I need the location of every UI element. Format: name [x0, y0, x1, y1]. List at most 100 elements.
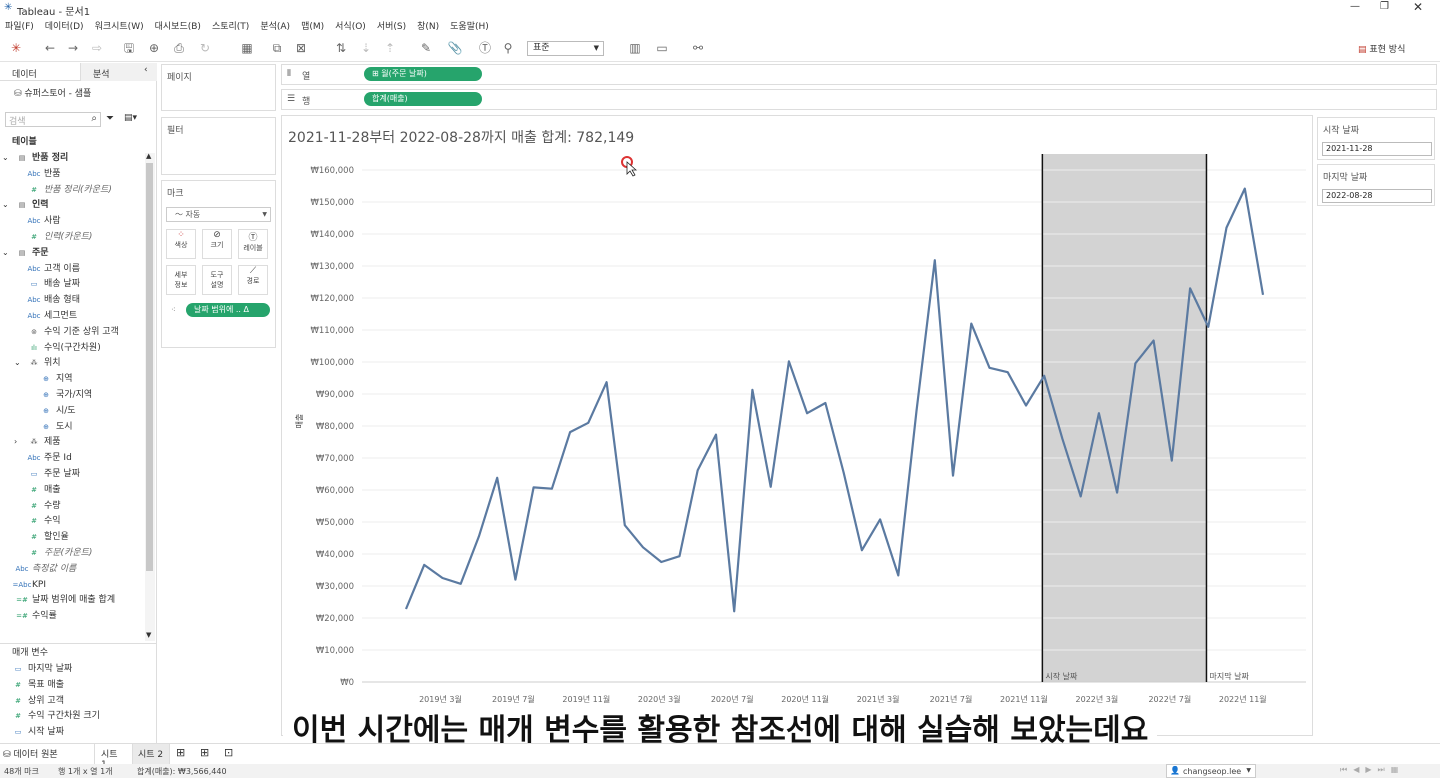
restore-icon[interactable]: ❐ [1380, 1, 1389, 12]
data-point[interactable] [769, 486, 771, 488]
field-item[interactable]: ⊕ 시/도 [26, 403, 76, 419]
field-item[interactable]: ⊕ 지역 [26, 371, 73, 387]
field-item[interactable]: # 반품 정리(카운트) [14, 182, 112, 198]
field-item[interactable]: ▭ 배송 날짜 [14, 276, 80, 292]
field-item[interactable]: =# 수익률 [2, 608, 57, 624]
scroll-up-icon[interactable]: ▲ [146, 152, 151, 160]
reference-band[interactable] [1042, 154, 1207, 682]
field-item[interactable]: ⌄ ⁂ 위치 [14, 355, 61, 371]
columns-pill[interactable]: ⊞ 월(주문 날짜) [364, 67, 482, 81]
swap-icon[interactable]: ⇅ [332, 39, 350, 57]
mark-type-select[interactable]: 〜 자동 ▼ [166, 207, 271, 222]
data-point[interactable] [697, 469, 699, 471]
data-point[interactable] [569, 431, 571, 433]
save-icon[interactable]: 🖫 [120, 39, 138, 57]
collapse-icon[interactable]: ‹ [144, 65, 148, 75]
data-point[interactable] [624, 524, 626, 526]
field-item[interactable]: ▭ 주문 날짜 [14, 466, 80, 482]
parameter-item[interactable]: # 목표 매출 [8, 677, 64, 693]
data-point[interactable] [1207, 326, 1209, 328]
highlight-icon[interactable]: ✎ [417, 39, 435, 57]
data-point[interactable] [587, 422, 589, 424]
data-point[interactable] [1043, 375, 1045, 377]
sheet-tab[interactable]: 시트 1 [94, 744, 132, 770]
parameter-item[interactable]: # 수익 구간차원 크기 [8, 708, 100, 724]
redo-icon[interactable]: → [64, 39, 82, 57]
field-item[interactable]: =AbcKPI [2, 577, 46, 593]
menu-item[interactable]: 스토리(T) [207, 17, 255, 32]
mark-path-button[interactable]: ⟋ 경로 [238, 265, 268, 295]
field-item[interactable]: # 할인율 [14, 529, 69, 545]
field-item[interactable]: Abc 사람 [14, 213, 60, 229]
pages-card[interactable]: 페이지 [161, 64, 276, 111]
sort-desc-icon[interactable]: ⇡ [381, 39, 399, 57]
data-point[interactable] [1152, 339, 1154, 341]
scrollbar[interactable]: ▲ ▼ [145, 152, 155, 641]
close-icon[interactable]: ✕ [1413, 0, 1423, 14]
duplicate-sheet-icon[interactable]: ⧉ [268, 39, 286, 57]
field-item[interactable]: Abc 반품 [14, 166, 60, 182]
data-point[interactable] [514, 578, 516, 580]
minimize-icon[interactable]: — [1350, 1, 1360, 12]
data-point[interactable] [1061, 438, 1063, 440]
data-point[interactable] [1098, 412, 1100, 414]
parameter-item[interactable]: ▭ 시작 날짜 [8, 724, 64, 740]
mark-pill[interactable]: 날짜 범위에 .. Δ [186, 303, 270, 317]
start-date-input[interactable]: 2021-11-28 [1322, 142, 1432, 156]
filter-icon[interactable]: ⏷ [106, 113, 114, 124]
field-item[interactable]: Abc 세그먼트 [14, 308, 77, 324]
mark-tooltip-button[interactable]: 도구 설명 [202, 265, 232, 295]
sheet-tab-active[interactable]: 시트 2 [132, 744, 170, 764]
data-point[interactable] [660, 561, 662, 563]
menu-item[interactable]: 맵(M) [296, 17, 330, 32]
search-input[interactable]: 검색 ⌕ [5, 112, 101, 127]
new-sheet-icon[interactable]: ▦ [238, 39, 256, 57]
mark-detail-button[interactable]: 세부 정보 [166, 265, 196, 295]
data-point[interactable] [532, 486, 534, 488]
view-options-icon[interactable]: ▤▾ [124, 113, 137, 123]
fit-select[interactable]: 표준 ▼ [527, 41, 604, 56]
sort-asc-icon[interactable]: ⇣ [357, 39, 375, 57]
data-point[interactable] [1171, 459, 1173, 461]
datasource-item[interactable]: ⛁ 슈퍼스토어 - 샘플 [14, 86, 91, 102]
rows-shelf[interactable]: ☰ 행 합계(매출) [281, 89, 1437, 110]
replay-icon[interactable]: ⇨ [88, 39, 106, 57]
menu-item[interactable]: 데이터(D) [40, 17, 90, 32]
expand-icon[interactable]: ⌄ [2, 245, 12, 261]
datasource-tab[interactable]: ⛁ 데이터 원본 [3, 747, 58, 760]
data-point[interactable] [1244, 187, 1246, 189]
data-point[interactable] [751, 389, 753, 391]
data-point[interactable] [1262, 294, 1264, 296]
pause-updates-icon[interactable]: ⎙ [170, 39, 188, 57]
expand-icon[interactable]: › [14, 434, 24, 450]
field-item[interactable]: ılı 수익(구간차원) [14, 340, 101, 356]
data-point[interactable] [970, 322, 972, 324]
tab-analysis[interactable]: 분석 ‹ [80, 63, 157, 81]
field-item[interactable]: ⌄ ▤ 반품 정리 [2, 150, 68, 166]
parameter-item[interactable]: # 상위 고객 [8, 693, 64, 709]
expand-icon[interactable]: ⌄ [2, 150, 12, 166]
menu-item[interactable]: 워크시트(W) [90, 17, 150, 32]
show-me-button[interactable]: ▤ 표현 방식 [1358, 42, 1405, 55]
share-icon[interactable]: ⚯ [689, 39, 707, 57]
pagination-icon[interactable]: ⏮◀▶⏭▦ [1340, 765, 1404, 775]
user-menu[interactable]: 👤 changseop.lee ▼ [1166, 764, 1256, 778]
field-item[interactable]: Abc 배송 형태 [14, 292, 80, 308]
data-point[interactable] [460, 583, 462, 585]
data-point[interactable] [496, 477, 498, 479]
labels-icon[interactable]: Ⓣ [476, 39, 494, 57]
field-item[interactable]: Abc 주문 Id [14, 450, 71, 466]
field-item[interactable]: # 인력(카운트) [14, 229, 92, 245]
pin-icon[interactable]: ⚲ [499, 39, 517, 57]
new-story-icon[interactable]: ⊡ [224, 746, 233, 759]
field-item[interactable]: Abc 측정값 이름 [2, 561, 76, 577]
data-point[interactable] [478, 535, 480, 537]
data-point[interactable] [842, 471, 844, 473]
end-date-input[interactable]: 2022-08-28 [1322, 189, 1432, 203]
data-point[interactable] [934, 259, 936, 261]
field-item[interactable]: =# 날짜 범위에 매출 합계 [2, 592, 115, 608]
scroll-thumb[interactable] [146, 163, 153, 571]
data-point[interactable] [1007, 371, 1009, 373]
field-item[interactable]: ⊕ 도시 [26, 419, 73, 435]
new-sheet-icon[interactable]: ⊞ [176, 746, 185, 759]
